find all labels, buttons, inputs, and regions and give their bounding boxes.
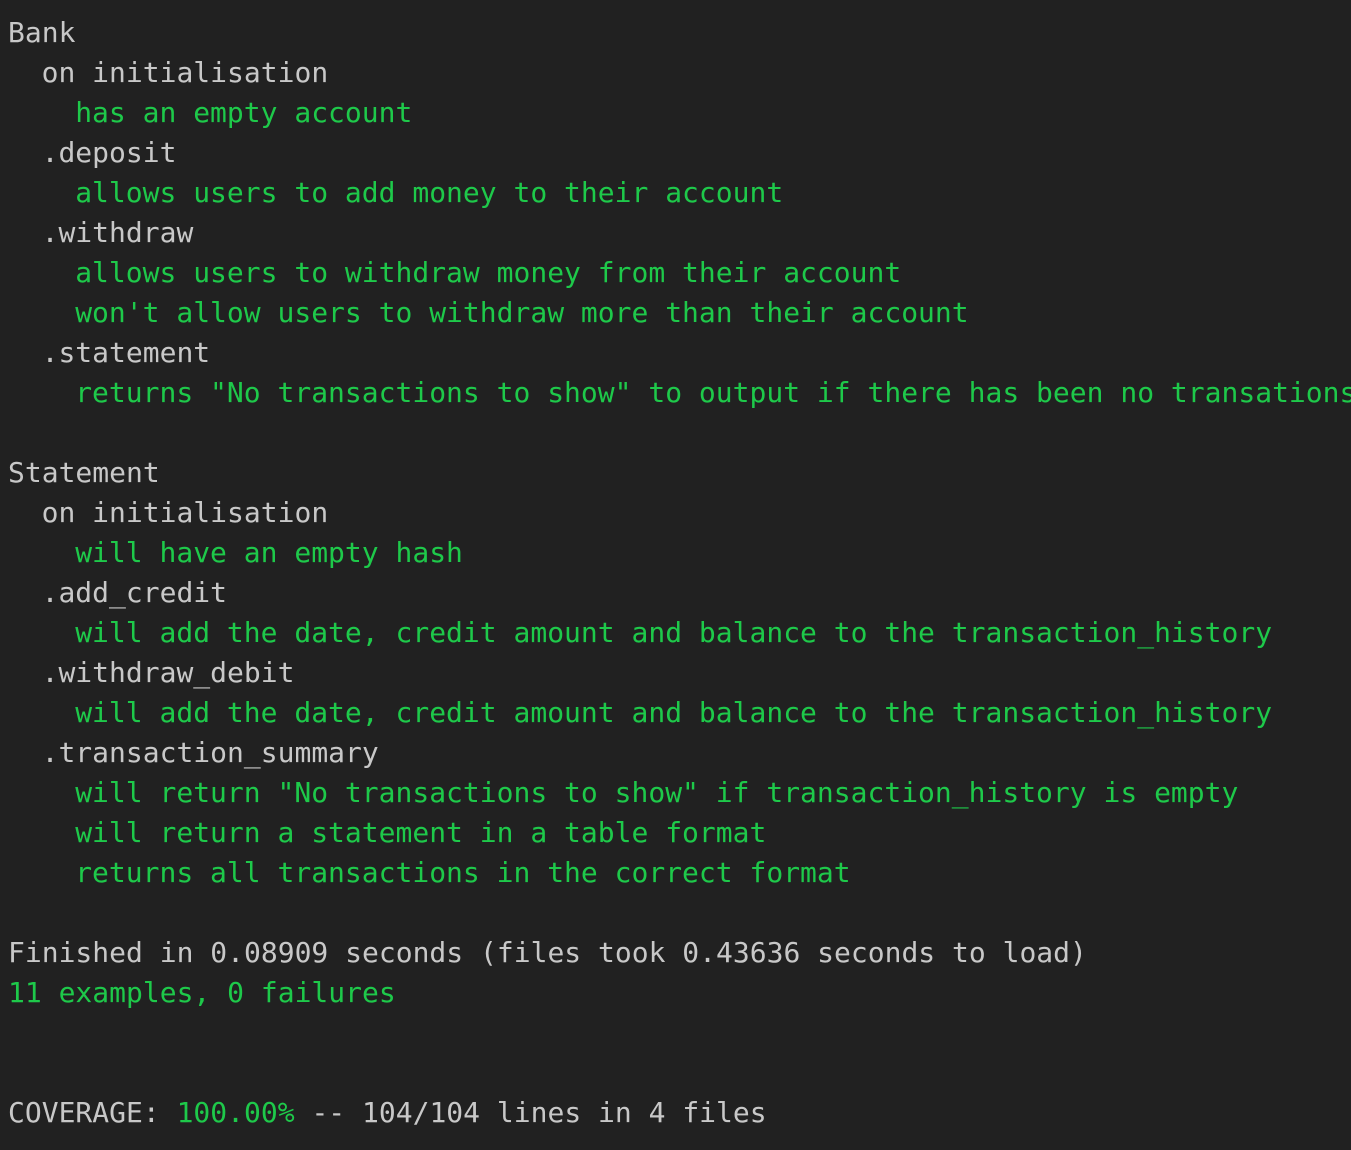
passing-example: will add the date, credit amount and bal… [75, 696, 1273, 729]
finished-time: Finished in 0.08909 seconds (files took … [8, 936, 1087, 969]
context-label: .add_credit [41, 576, 228, 609]
context-label: on initialisation [41, 496, 329, 529]
context-label: on initialisation [41, 56, 329, 89]
context-label: .deposit [41, 136, 177, 169]
passing-example: will add the date, credit amount and bal… [75, 616, 1273, 649]
coverage-percent: 100.00% [176, 1096, 295, 1129]
examples-result: 11 examples, 0 failures [8, 976, 396, 1009]
passing-example: has an empty account [75, 96, 413, 129]
terminal-output: Bank on initialisation has an empty acco… [8, 13, 1351, 1133]
passing-example: returns all transactions in the correct … [75, 856, 851, 889]
coverage-label: COVERAGE: [8, 1096, 177, 1129]
context-label: .statement [41, 336, 211, 369]
context-label: .withdraw_debit [41, 656, 295, 689]
describe-statement: Statement [8, 456, 160, 489]
describe-bank: Bank [8, 16, 76, 49]
context-label: .transaction_summary [41, 736, 379, 769]
passing-example: will have an empty hash [75, 536, 463, 569]
passing-example: will return a statement in a table forma… [75, 816, 767, 849]
passing-example: won't allow users to withdraw more than … [75, 296, 969, 329]
coverage-detail: -- 104/104 lines in 4 files [294, 1096, 767, 1129]
context-label: .withdraw [41, 216, 194, 249]
passing-example: allows users to add money to their accou… [75, 176, 784, 209]
passing-example: will return "No transactions to show" if… [75, 776, 1239, 809]
passing-example: allows users to withdraw money from thei… [75, 256, 902, 289]
passing-example: returns "No transactions to show" to out… [75, 376, 1351, 409]
coverage-line: COVERAGE: 100.00% -- 104/104 lines in 4 … [8, 1093, 1351, 1133]
